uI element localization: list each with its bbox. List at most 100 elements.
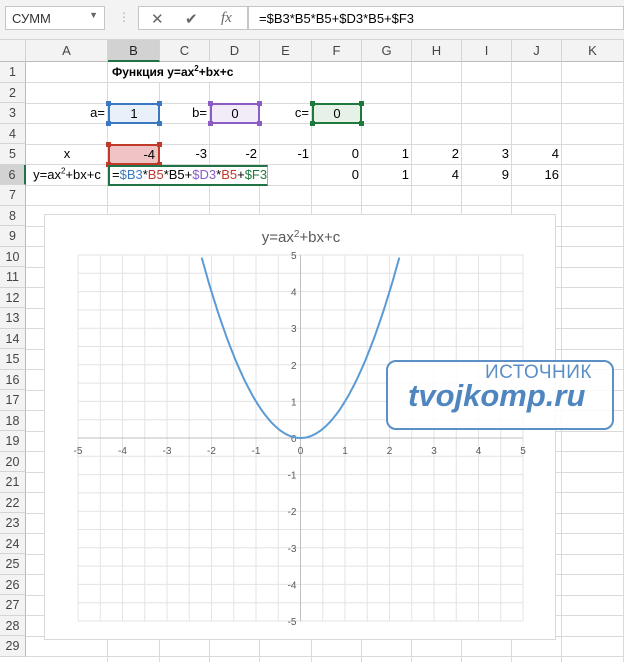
resize-handle[interactable] (359, 121, 364, 126)
x-tick-label: 5 (520, 446, 526, 457)
cell-text: 0 (333, 106, 341, 121)
y-tick-label: 4 (291, 288, 297, 299)
row-header-5[interactable]: 5 (0, 144, 26, 165)
cell-D3[interactable]: 0 (208, 101, 262, 126)
resize-handle[interactable] (208, 101, 213, 106)
resize-handle[interactable] (157, 101, 162, 106)
column-header-C[interactable]: C (160, 40, 210, 62)
row-header-19[interactable]: 19 (0, 431, 26, 452)
resize-handle[interactable] (359, 101, 364, 106)
row-header-15[interactable]: 15 (0, 349, 26, 370)
cell-text: 0 (351, 146, 359, 161)
fx-icon[interactable]: fx (221, 10, 232, 27)
select-all[interactable] (0, 40, 26, 62)
cell-text: c= (294, 105, 309, 120)
resize-handle[interactable] (106, 142, 111, 147)
column-header-A[interactable]: A (26, 40, 108, 62)
cell-B3[interactable]: 1 (106, 101, 162, 126)
cell-x-value[interactable]: -1 (260, 144, 312, 164)
cell-y-value[interactable]: 9 (462, 165, 512, 185)
row-header-3[interactable]: 3 (0, 103, 26, 124)
cell-y-value[interactable]: 4 (412, 165, 462, 185)
column-header-J[interactable]: J (512, 40, 562, 62)
row-header-11[interactable]: 11 (0, 267, 26, 288)
row-header-22[interactable]: 22 (0, 492, 26, 513)
cell-A3[interactable]: a= (26, 103, 108, 123)
cell-A5[interactable]: x (26, 144, 108, 164)
row-header-23[interactable]: 23 (0, 513, 26, 534)
cell-y-value[interactable]: 16 (512, 165, 562, 185)
column-header-D[interactable]: D (210, 40, 260, 62)
row-header-10[interactable]: 10 (0, 246, 26, 267)
x-tick-label: 2 (387, 446, 393, 457)
cell-y-value[interactable]: 0 (312, 165, 362, 185)
column-header-E[interactable]: E (260, 40, 312, 62)
resize-handle[interactable] (106, 121, 111, 126)
row-header-4[interactable]: 4 (0, 123, 26, 144)
column-header-H[interactable]: H (412, 40, 462, 62)
name-box-value: СУММ (12, 11, 51, 26)
enter-icon[interactable]: ✔ (185, 10, 198, 28)
row-header-18[interactable]: 18 (0, 410, 26, 431)
cell-A6[interactable]: y=ax2+bx+c (26, 165, 108, 185)
cell-x-value[interactable]: 4 (512, 144, 562, 164)
column-header-G[interactable]: G (362, 40, 412, 62)
cell-F3[interactable]: 0 (310, 101, 364, 126)
y-tick-label: 1 (291, 397, 297, 408)
cell-B6-editing[interactable]: =$B3*B5*B5+$D3*B5+$F3 (108, 164, 268, 186)
column-header-K[interactable]: K (562, 40, 624, 62)
row-header-26[interactable]: 26 (0, 574, 26, 595)
row-header-7[interactable]: 7 (0, 185, 26, 206)
cell-C3[interactable]: b= (160, 103, 210, 123)
row-header-21[interactable]: 21 (0, 472, 26, 493)
resize-handle[interactable] (106, 101, 111, 106)
row-header-27[interactable]: 27 (0, 595, 26, 616)
row-header-8[interactable]: 8 (0, 205, 26, 226)
name-box[interactable]: СУММ ▼ (5, 6, 105, 30)
resize-handle[interactable] (257, 121, 262, 126)
gridline (26, 656, 624, 657)
row-header-2[interactable]: 2 (0, 82, 26, 103)
row-header-17[interactable]: 17 (0, 390, 26, 411)
row-header-20[interactable]: 20 (0, 451, 26, 472)
resize-handle[interactable] (157, 121, 162, 126)
chevron-down-icon[interactable]: ▼ (89, 10, 98, 20)
column-header-I[interactable]: I (462, 40, 512, 62)
y-tick-label: -5 (288, 617, 297, 628)
row-header-14[interactable]: 14 (0, 328, 26, 349)
cancel-icon[interactable]: ✕ (151, 10, 164, 28)
cell-x-value[interactable]: 3 (462, 144, 512, 164)
row-header-9[interactable]: 9 (0, 226, 26, 247)
resize-handle[interactable] (310, 101, 315, 106)
row-header-28[interactable]: 28 (0, 615, 26, 636)
formula-token: B5 (221, 166, 238, 182)
resize-handle[interactable] (257, 101, 262, 106)
cell-x-value[interactable]: -3 (160, 144, 210, 164)
cell-B1[interactable]: Функция y=ax2+bx+c (112, 62, 234, 82)
formula-token: *B5+ (163, 166, 193, 182)
x-tick-label: -4 (118, 446, 127, 457)
column-header-B[interactable]: B (108, 40, 160, 62)
cell-text: 4 (451, 166, 459, 182)
row-header-24[interactable]: 24 (0, 533, 26, 554)
row-header-25[interactable]: 25 (0, 554, 26, 575)
row-header-12[interactable]: 12 (0, 287, 26, 308)
resize-handle[interactable] (310, 121, 315, 126)
column-header-F[interactable]: F (312, 40, 362, 62)
row-header-29[interactable]: 29 (0, 636, 26, 657)
cell-x-value[interactable]: 1 (362, 144, 412, 164)
row-header-13[interactable]: 13 (0, 308, 26, 329)
y-tick-label: 3 (291, 324, 297, 335)
cell-y-value[interactable]: 1 (362, 165, 412, 185)
cell-B5[interactable]: -4 (106, 142, 162, 167)
formula-input[interactable]: =$B3*B5*B5+$D3*B5+$F3 (248, 6, 624, 30)
y-tick-label: -3 (288, 544, 297, 555)
cell-x-value[interactable]: -2 (210, 144, 260, 164)
cell-x-value[interactable]: 0 (312, 144, 362, 164)
cell-E3[interactable]: c= (260, 103, 312, 123)
cell-x-value[interactable]: 2 (412, 144, 462, 164)
resize-handle[interactable] (208, 121, 213, 126)
row-header-16[interactable]: 16 (0, 369, 26, 390)
row-header-6[interactable]: 6 (0, 164, 26, 185)
row-header-1[interactable]: 1 (0, 62, 26, 83)
